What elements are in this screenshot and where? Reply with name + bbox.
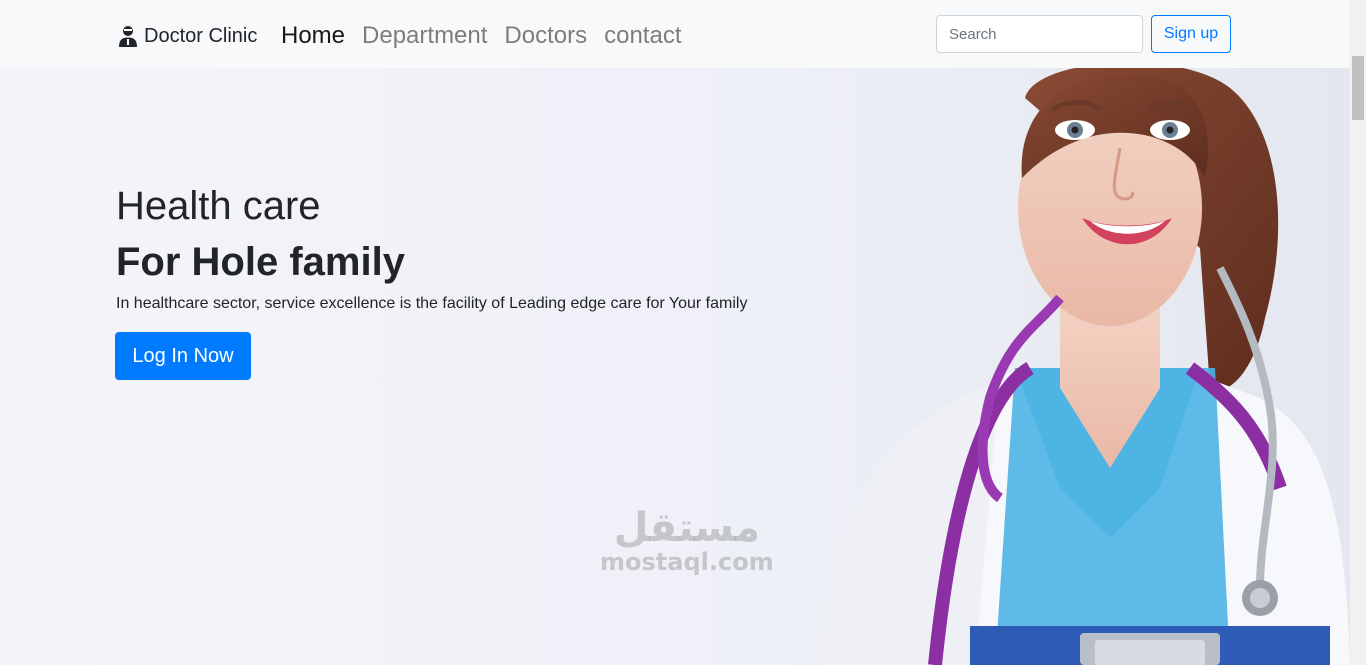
hero-subtitle: For Hole family [116,240,405,284]
nav-link-department[interactable]: Department [362,19,487,53]
nav-link-contact[interactable]: contact [604,19,681,53]
nav-link-home[interactable]: Home [281,19,345,53]
doctor-icon [119,26,137,47]
nav-link-doctors[interactable]: Doctors [504,19,587,53]
brand-name: Doctor Clinic [144,24,258,47]
login-now-button[interactable]: Log In Now [115,332,251,380]
doctor-image [760,68,1350,665]
navbar: Doctor Clinic Home Department Doctors co… [0,0,1350,68]
watermark-url: mostaql.com [600,548,774,576]
hero-text: In healthcare sector, service excellence… [116,295,748,312]
scrollbar-thumb[interactable] [1352,56,1364,120]
search-input[interactable] [936,15,1143,53]
nav-links: Home Department Doctors contact [281,19,699,53]
page-scrollbar[interactable] [1350,0,1366,665]
brand-link[interactable]: Doctor Clinic [118,22,257,50]
watermark-logo: مستقل [613,505,760,551]
hero-title: Health care [116,184,321,228]
watermark: مستقل mostaql.com [600,506,774,576]
signup-button[interactable]: Sign up [1151,15,1231,53]
